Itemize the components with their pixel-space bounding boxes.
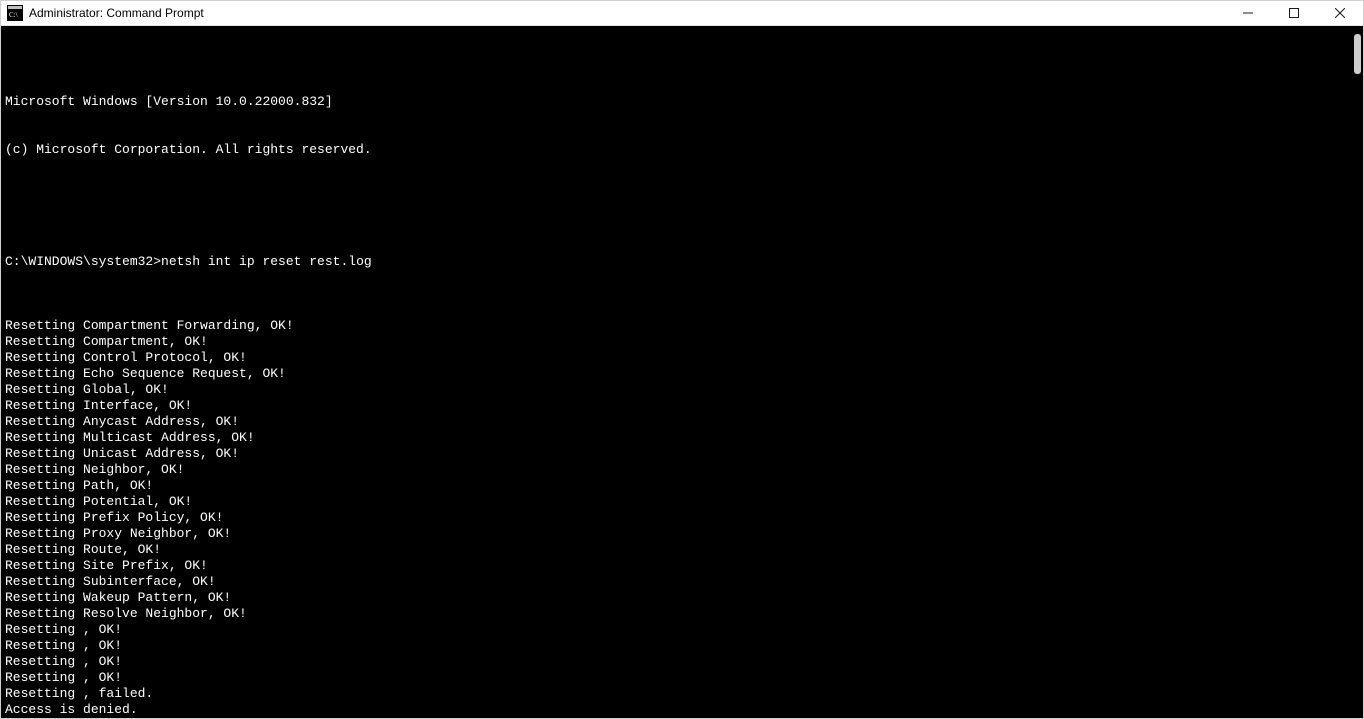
- output-line: Resetting , OK!: [5, 670, 1359, 686]
- output-line: Resetting Route, OK!: [5, 542, 1359, 558]
- minimize-button[interactable]: [1225, 1, 1271, 25]
- title-left: C:\ Administrator: Command Prompt: [7, 5, 204, 21]
- cmd-icon: C:\: [7, 5, 23, 21]
- output-line: Resetting Compartment, OK!: [5, 334, 1359, 350]
- output-line: Resetting Subinterface, OK!: [5, 574, 1359, 590]
- output-block: Resetting Compartment Forwarding, OK!Res…: [5, 318, 1359, 718]
- output-line: Resetting Resolve Neighbor, OK!: [5, 606, 1359, 622]
- output-line: Resetting Unicast Address, OK!: [5, 446, 1359, 462]
- output-line: Resetting Compartment Forwarding, OK!: [5, 318, 1359, 334]
- output-line: Resetting Potential, OK!: [5, 494, 1359, 510]
- terminal-area[interactable]: Microsoft Windows [Version 10.0.22000.83…: [1, 26, 1363, 718]
- output-line: Resetting Interface, OK!: [5, 398, 1359, 414]
- maximize-button[interactable]: [1271, 1, 1317, 25]
- close-button[interactable]: [1317, 1, 1363, 25]
- banner-line: (c) Microsoft Corporation. All rights re…: [5, 142, 1359, 158]
- prompt-line: C:\WINDOWS\system32>netsh int ip reset r…: [5, 254, 1359, 270]
- output-line: Resetting Proxy Neighbor, OK!: [5, 526, 1359, 542]
- output-line: Resetting Control Protocol, OK!: [5, 350, 1359, 366]
- output-line: Resetting Echo Sequence Request, OK!: [5, 366, 1359, 382]
- output-line: Resetting , OK!: [5, 638, 1359, 654]
- output-line: Resetting , OK!: [5, 654, 1359, 670]
- output-line: Resetting Global, OK!: [5, 382, 1359, 398]
- output-line: Resetting , failed.: [5, 686, 1359, 702]
- output-line: Resetting Prefix Policy, OK!: [5, 510, 1359, 526]
- blank-line: [5, 190, 1359, 206]
- prompt: C:\WINDOWS\system32>: [5, 254, 161, 269]
- window-controls: [1225, 1, 1363, 25]
- app-window: C:\ Administrator: Command Prompt Micros…: [0, 0, 1364, 719]
- typed-command: netsh int ip reset rest.log: [161, 254, 372, 269]
- titlebar[interactable]: C:\ Administrator: Command Prompt: [1, 1, 1363, 26]
- output-line: Resetting Multicast Address, OK!: [5, 430, 1359, 446]
- svg-text:C:\: C:\: [9, 11, 18, 19]
- scrollbar-thumb[interactable]: [1354, 34, 1361, 74]
- output-line: Resetting Site Prefix, OK!: [5, 558, 1359, 574]
- output-line: Resetting Wakeup Pattern, OK!: [5, 590, 1359, 606]
- window-title: Administrator: Command Prompt: [29, 6, 204, 20]
- output-line: Resetting , OK!: [5, 622, 1359, 638]
- output-line: Resetting Neighbor, OK!: [5, 462, 1359, 478]
- output-line: Resetting Path, OK!: [5, 478, 1359, 494]
- output-line: Access is denied.: [5, 702, 1359, 718]
- output-line: Resetting Anycast Address, OK!: [5, 414, 1359, 430]
- banner-line: Microsoft Windows [Version 10.0.22000.83…: [5, 94, 1359, 110]
